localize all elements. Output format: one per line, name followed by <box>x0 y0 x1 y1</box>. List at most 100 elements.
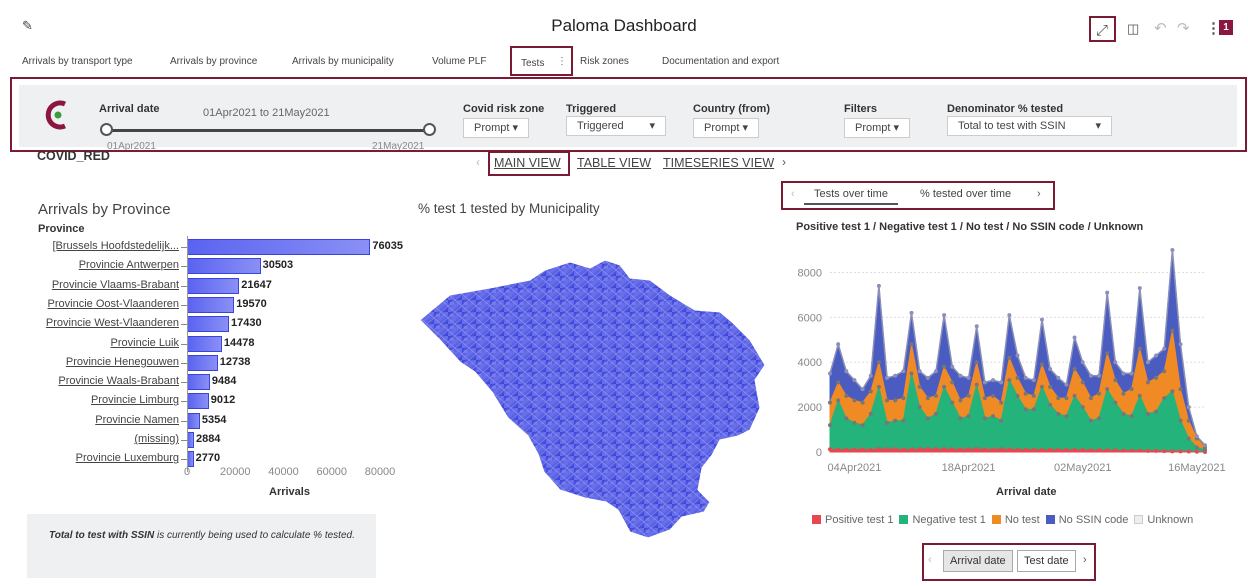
province-bar[interactable] <box>187 277 240 294</box>
data-point[interactable] <box>942 384 947 389</box>
data-point[interactable] <box>828 371 832 376</box>
legend-item[interactable]: No SSIN code <box>1045 514 1128 526</box>
data-point[interactable] <box>1194 449 1199 454</box>
province-label[interactable]: [Brussels Hoofdstedelijk... <box>0 240 179 252</box>
data-point[interactable] <box>1088 448 1093 453</box>
data-point[interactable] <box>1007 378 1012 383</box>
data-point[interactable] <box>1105 387 1110 392</box>
province-bar[interactable] <box>187 354 218 371</box>
data-point[interactable] <box>1097 391 1102 396</box>
data-point[interactable] <box>1072 447 1077 452</box>
data-point[interactable] <box>844 447 849 452</box>
data-point[interactable] <box>893 373 898 378</box>
tab-timeseries-view[interactable]: TIMESERIES VIEW <box>663 156 774 170</box>
data-point[interactable] <box>1039 317 1044 322</box>
undo-icon[interactable]: ↶ <box>1154 19 1167 37</box>
data-point[interactable] <box>860 387 865 392</box>
tab-volume-plf[interactable]: Volume PLF <box>432 56 486 67</box>
data-point[interactable] <box>852 398 857 403</box>
data-point[interactable] <box>933 393 938 398</box>
data-point[interactable] <box>1039 384 1044 389</box>
data-point[interactable] <box>1097 373 1102 378</box>
panel-icon[interactable]: ◫ <box>1127 21 1139 37</box>
data-point[interactable] <box>1194 434 1199 439</box>
province-label[interactable]: Provincie Luxemburg <box>0 452 179 464</box>
data-point[interactable] <box>1186 405 1191 410</box>
data-point[interactable] <box>885 420 890 425</box>
data-point[interactable] <box>868 373 873 378</box>
data-point[interactable] <box>1186 436 1191 441</box>
province-bar[interactable] <box>187 316 230 333</box>
data-point[interactable] <box>999 380 1004 385</box>
data-point[interactable] <box>1121 391 1126 396</box>
data-point[interactable] <box>909 310 914 315</box>
data-point[interactable] <box>1162 346 1167 351</box>
data-point[interactable] <box>852 378 857 383</box>
data-point[interactable] <box>966 414 971 419</box>
province-bar[interactable] <box>187 258 261 275</box>
data-point[interactable] <box>1145 411 1150 416</box>
data-point[interactable] <box>933 447 938 452</box>
data-point[interactable] <box>1031 378 1036 383</box>
data-point[interactable] <box>1162 396 1167 401</box>
data-point[interactable] <box>1170 389 1175 394</box>
data-point[interactable] <box>1015 353 1020 358</box>
data-point[interactable] <box>1056 411 1061 416</box>
data-point[interactable] <box>852 420 857 425</box>
data-point[interactable] <box>1007 447 1012 452</box>
province-label[interactable]: Provincie Antwerpen <box>0 259 179 271</box>
data-point[interactable] <box>999 418 1004 423</box>
data-point[interactable] <box>982 447 987 452</box>
data-point[interactable] <box>942 364 947 369</box>
data-point[interactable] <box>1162 369 1167 374</box>
data-point[interactable] <box>1129 448 1134 453</box>
data-point[interactable] <box>1072 366 1077 371</box>
data-point[interactable] <box>917 384 922 389</box>
data-point[interactable] <box>828 423 832 428</box>
data-point[interactable] <box>852 447 857 452</box>
data-point[interactable] <box>885 375 890 380</box>
data-point[interactable] <box>1105 448 1110 453</box>
legend-item[interactable]: Positive test 1 <box>812 514 893 526</box>
data-point[interactable] <box>876 360 881 365</box>
data-point[interactable] <box>909 342 914 347</box>
data-point[interactable] <box>1015 447 1020 452</box>
data-point[interactable] <box>1031 407 1036 412</box>
data-point[interactable] <box>1064 447 1069 452</box>
data-point[interactable] <box>1121 411 1126 416</box>
legend-item[interactable]: Unknown <box>1134 514 1193 526</box>
data-point[interactable] <box>1162 449 1167 454</box>
data-point[interactable] <box>1048 402 1053 407</box>
data-point[interactable] <box>1080 380 1085 385</box>
data-point[interactable] <box>1072 393 1077 398</box>
data-point[interactable] <box>1129 387 1134 392</box>
province-label[interactable]: (missing) <box>0 433 179 445</box>
data-point[interactable] <box>1080 360 1085 365</box>
data-point[interactable] <box>909 371 914 376</box>
province-label[interactable]: Provincie Henegouwen <box>0 356 179 368</box>
province-bar[interactable] <box>187 296 235 313</box>
data-point[interactable] <box>958 398 963 403</box>
data-point[interactable] <box>1064 396 1069 401</box>
data-point[interactable] <box>844 416 849 421</box>
data-point[interactable] <box>982 416 987 421</box>
data-point[interactable] <box>876 447 881 452</box>
data-point[interactable] <box>1129 371 1134 376</box>
data-point[interactable] <box>1007 313 1012 318</box>
view-next-icon[interactable]: › <box>782 155 786 169</box>
data-point[interactable] <box>1056 447 1061 452</box>
data-point[interactable] <box>999 447 1004 452</box>
data-point[interactable] <box>844 369 849 374</box>
data-point[interactable] <box>1023 375 1028 380</box>
data-point[interactable] <box>1170 328 1175 333</box>
data-point[interactable] <box>1145 380 1150 385</box>
data-point[interactable] <box>958 447 963 452</box>
data-point[interactable] <box>860 447 865 452</box>
data-point[interactable] <box>885 398 890 403</box>
data-point[interactable] <box>1121 371 1126 376</box>
data-point[interactable] <box>893 398 898 403</box>
data-point[interactable] <box>1088 418 1093 423</box>
data-point[interactable] <box>950 447 955 452</box>
tab-documentation[interactable]: Documentation and export <box>662 56 779 67</box>
data-point[interactable] <box>868 389 873 394</box>
